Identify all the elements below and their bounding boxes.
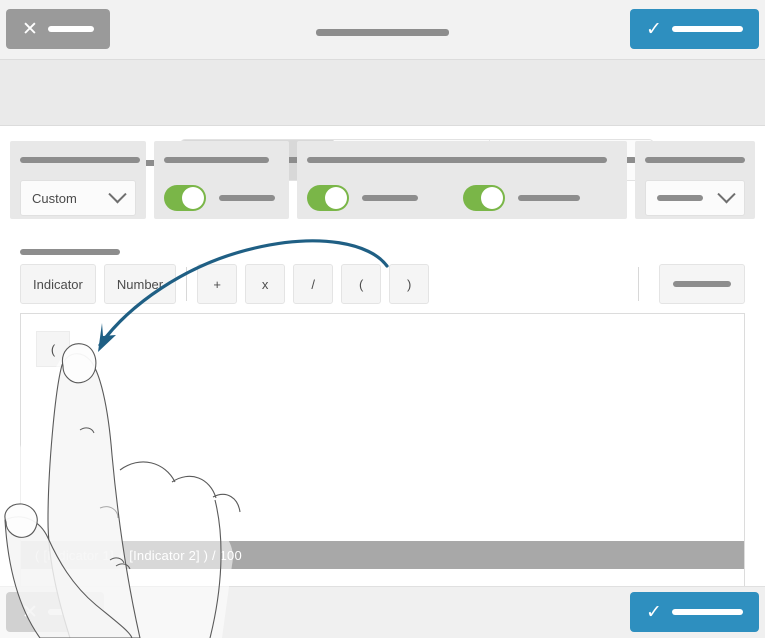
panel-toggle-pair-title [307, 151, 617, 169]
top-action-bar: ✕ ✓ [0, 0, 765, 60]
top-confirm-button[interactable]: ✓ [630, 9, 759, 49]
panel-toggle-single-title [164, 151, 279, 169]
toggle-3-label-redacted [518, 195, 581, 201]
toggle-switch-1[interactable] [164, 185, 206, 211]
insert-number-button[interactable]: Number [103, 264, 177, 304]
format-dropdown-value: Custom [32, 190, 77, 206]
bottom-confirm-button[interactable]: ✓ [630, 592, 759, 632]
operator-plus-button[interactable]: + [197, 264, 238, 304]
formula-extra-button[interactable] [659, 264, 745, 304]
secondary-dropdown-value-redacted [657, 195, 703, 201]
panel-format-title-redacted [20, 156, 140, 163]
close-icon: ✕ [22, 600, 38, 623]
bottom-cancel-label-redacted [47, 609, 88, 615]
toggle-knob [481, 187, 504, 209]
panel-format: Custom [10, 141, 146, 219]
panel-toggle-single [154, 141, 290, 219]
toggle-switch-3[interactable] [463, 185, 506, 211]
formula-section-label [20, 243, 120, 261]
check-icon: ✓ [646, 600, 662, 623]
operator-close-paren-button[interactable]: ) [389, 264, 430, 304]
panel-select [635, 141, 755, 219]
dialog-title-redacted [316, 29, 449, 37]
toggle-1-label-redacted [219, 195, 275, 201]
chevron-down-icon [717, 184, 736, 203]
formula-extra-button-label-redacted [673, 281, 731, 287]
toggle-knob [182, 187, 204, 209]
formula-section-label-redacted [20, 248, 120, 255]
panel-toggle-single-title-redacted [164, 156, 269, 163]
settings-panels: Custom [10, 141, 755, 219]
open-paren-editor-token[interactable]: ( [36, 331, 70, 367]
bottom-action-bar: ✕ ✓ [0, 586, 765, 638]
toggle-2-label-redacted [362, 195, 419, 201]
bottom-cancel-button[interactable]: ✕ [6, 592, 104, 632]
secondary-dropdown[interactable] [645, 180, 745, 216]
chevron-down-icon [108, 184, 127, 203]
operator-multiply-button[interactable]: x [245, 264, 286, 304]
bottom-confirm-label-redacted [671, 609, 743, 615]
panel-toggle-pair [297, 141, 627, 219]
formula-preview-statusbar: ( [Indicator 1] + [Indicator 2] ) / 100 [21, 541, 744, 569]
formula-toolbar: Indicator Number + x / ( ) [20, 264, 745, 304]
formula-expression: ( [Indicator 1] + [Indicator 2] ) / 100 [35, 547, 242, 563]
mode-selector-bar [0, 60, 765, 181]
operator-open-paren-button[interactable]: ( [341, 264, 382, 304]
formula-editor[interactable]: ( ( [Indicator 1] + [Indicator 2] ) / 10… [20, 313, 745, 588]
format-dropdown[interactable]: Custom [20, 180, 136, 216]
operator-divide-button[interactable]: / [293, 264, 334, 304]
panel-format-title [20, 151, 140, 169]
toolbar-divider-right [638, 267, 639, 301]
toolbar-divider [186, 267, 188, 301]
panel-toggle-pair-title-redacted [307, 156, 608, 163]
insert-indicator-button[interactable]: Indicator [20, 264, 96, 304]
top-confirm-label-redacted [671, 26, 743, 32]
panel-select-title [645, 151, 745, 169]
panel-select-title-redacted [645, 156, 745, 163]
toggle-switch-2[interactable] [307, 185, 350, 211]
check-icon: ✓ [646, 17, 662, 40]
toggle-knob [325, 187, 348, 209]
